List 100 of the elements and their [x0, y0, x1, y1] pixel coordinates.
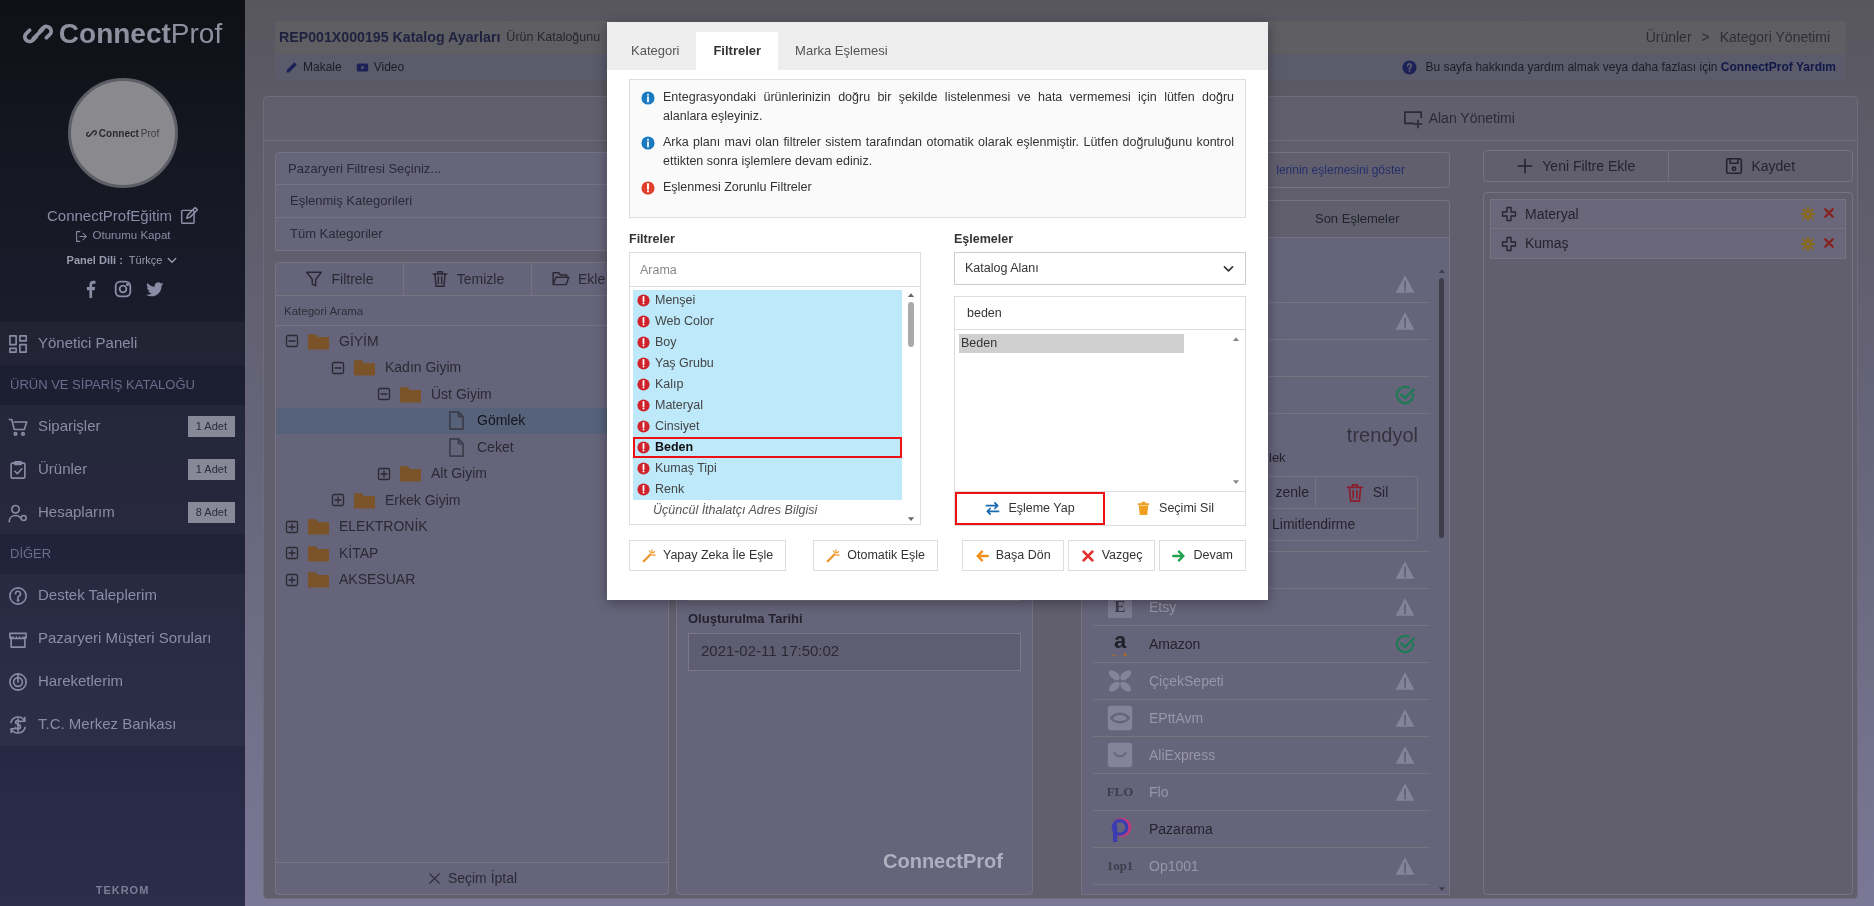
filter-item[interactable]: Yaş Grubu — [633, 353, 903, 374]
scrollbar-thumb[interactable] — [1439, 278, 1444, 538]
file-icon — [446, 410, 467, 432]
action-button[interactable]: Otomatik Eşle — [813, 540, 939, 571]
menu-item[interactable]: Hareketlerim — [0, 660, 245, 703]
menu-item[interactable]: Pazaryeri Müşteri Soruları — [0, 617, 245, 660]
search-field[interactable]: beden — [954, 296, 1246, 330]
date-field: 2021-02-11 17:50:02 — [688, 632, 1021, 671]
count-badge: 1 Adet — [187, 416, 235, 437]
language-label: Panel Dili : — [66, 252, 123, 268]
pencil-icon — [285, 60, 298, 74]
info-icon — [641, 136, 655, 150]
action-button[interactable]: Sil — [1316, 477, 1417, 508]
toolbar-button[interactable]: Yeni Filtre Ekle — [1484, 151, 1669, 181]
filter-item[interactable]: Web Color — [633, 311, 903, 332]
cancel-button[interactable]: Seçim İptal — [276, 862, 668, 894]
collapse-icon[interactable] — [284, 333, 300, 350]
expand-icon[interactable] — [284, 518, 300, 535]
cart-icon — [8, 416, 28, 437]
action-button[interactable]: Devam — [1159, 540, 1246, 571]
move-icon[interactable] — [1501, 206, 1517, 222]
monitor-plus-icon — [1402, 108, 1423, 129]
collapse-icon[interactable] — [330, 359, 346, 376]
scrollbar-thumb[interactable] — [908, 302, 915, 347]
edit-icon[interactable] — [180, 207, 199, 225]
toolbar-button[interactable]: Kaydet — [1668, 151, 1852, 181]
page-tab[interactable]: Alan Yönetimi — [1402, 108, 1515, 129]
arrow-right-icon — [1172, 548, 1187, 563]
category-name: lek — [1268, 449, 1287, 467]
swap-icon — [985, 501, 1001, 516]
help-text: Bu sayfa hakkında yardım almak veya daha fazlası için ConnectProf Yardım — [1425, 59, 1836, 76]
arrow-left-icon — [974, 548, 989, 563]
help-link[interactable]: Makale — [285, 58, 342, 76]
expand-icon[interactable] — [376, 465, 392, 482]
filter-item[interactable]: Cinsiyet — [633, 416, 903, 437]
tab[interactable]: Kategori — [614, 32, 697, 70]
instagram-icon[interactable] — [113, 280, 132, 300]
tab[interactable]: Filtreler — [696, 32, 779, 70]
filter-item[interactable]: Kumaş Tipi — [633, 458, 903, 479]
help-link[interactable]: Video — [355, 58, 405, 76]
mapping-item[interactable]: Beden — [959, 334, 1184, 353]
tab[interactable]: Son Eşlemeler — [1314, 209, 1400, 229]
toolbar-button[interactable]: Temizle — [404, 263, 532, 295]
toolbar-button[interactable]: Filtrele — [276, 263, 404, 295]
help-link[interactable]: ConnectProf Yardım — [1720, 60, 1836, 74]
menu-item[interactable]: Hesaplarım 8 Adet — [0, 491, 245, 534]
exclamation-icon — [637, 462, 650, 475]
exclamation-icon — [637, 315, 650, 328]
filter-item[interactable]: Renk — [633, 479, 903, 500]
tab[interactable]: Marka Eşlemesi — [778, 32, 905, 70]
exclamation-icon — [637, 420, 650, 433]
menu-item[interactable]: Ürünler 1 Adet — [0, 448, 245, 491]
field-label: Oluşturulma Tarihi — [688, 610, 804, 628]
filter-item[interactable]: Boy — [633, 332, 903, 353]
exclamation-icon — [637, 378, 650, 391]
move-icon[interactable] — [1501, 235, 1517, 252]
logo: a — [1103, 632, 1137, 656]
menu-item[interactable]: T.C. Merkez Bankası — [0, 703, 245, 746]
filter-item[interactable]: Kalıp — [633, 374, 903, 395]
help-icon — [8, 585, 28, 606]
catalog-select[interactable]: Katalog Alanı — [954, 252, 1246, 285]
menu-item[interactable]: Yönetici Paneli — [0, 322, 245, 365]
marketplace-name: Amazon — [1149, 634, 1201, 654]
expand-icon[interactable] — [330, 492, 346, 509]
users-icon — [8, 502, 28, 523]
logo: trendyol — [1346, 423, 1418, 448]
info-text: Entegrasyondaki ürünlerinizin doğru bir şekilde listelenmesi ve hata vermemesi için lütfen doğru alanlara eşleyiniz. — [663, 89, 1234, 125]
filter-item[interactable]: Üçüncül İthalatçı Adres Bilgisi — [633, 500, 903, 521]
logo: ConnectProf — [22, 14, 223, 54]
action-button[interactable]: Eşleme Yap — [955, 492, 1105, 525]
exclamation-icon — [641, 181, 655, 195]
wand-icon — [826, 548, 841, 563]
expand-icon[interactable] — [284, 571, 300, 588]
save-icon — [1725, 157, 1744, 175]
action-button[interactable]: Vazgeç — [1067, 540, 1156, 571]
section-heading: ÜRÜN VE SİPARİŞ KATALOĞU — [9, 376, 196, 395]
username: ConnectProfEğitim — [46, 205, 173, 226]
filter-icon — [305, 270, 324, 288]
filter-item[interactable]: Beden — [633, 437, 903, 458]
expand-icon[interactable] — [284, 545, 300, 562]
logout-link[interactable]: Oturumu Kapat — [74, 228, 171, 244]
filter-item[interactable]: Menşei — [633, 290, 903, 311]
menu-item[interactable]: Destek Taleplerim — [0, 574, 245, 617]
collapse-icon[interactable] — [376, 386, 392, 403]
help-icon — [1402, 59, 1418, 75]
filter-name: Materyal — [1525, 204, 1579, 224]
action-button[interactable]: Yapay Zeka İle Eşle — [629, 540, 787, 571]
filter-name: Kumaş — [1525, 234, 1569, 253]
exclamation-icon — [637, 357, 650, 370]
language-select[interactable]: Türkçe — [128, 251, 179, 269]
action-button[interactable]: Başa Dön — [961, 540, 1064, 571]
delete-icon[interactable] — [1823, 207, 1835, 221]
delete-icon[interactable] — [1823, 236, 1835, 251]
file-icon — [446, 436, 467, 458]
filter-item[interactable]: Materyal — [633, 395, 903, 416]
footer-logo: TEKROM — [95, 882, 150, 898]
plus-icon — [1516, 157, 1535, 175]
menu-item[interactable]: Siparişler 1 Adet — [0, 405, 245, 448]
marketplace-name: Pazarama — [1149, 819, 1213, 839]
close-icon — [1080, 548, 1095, 563]
